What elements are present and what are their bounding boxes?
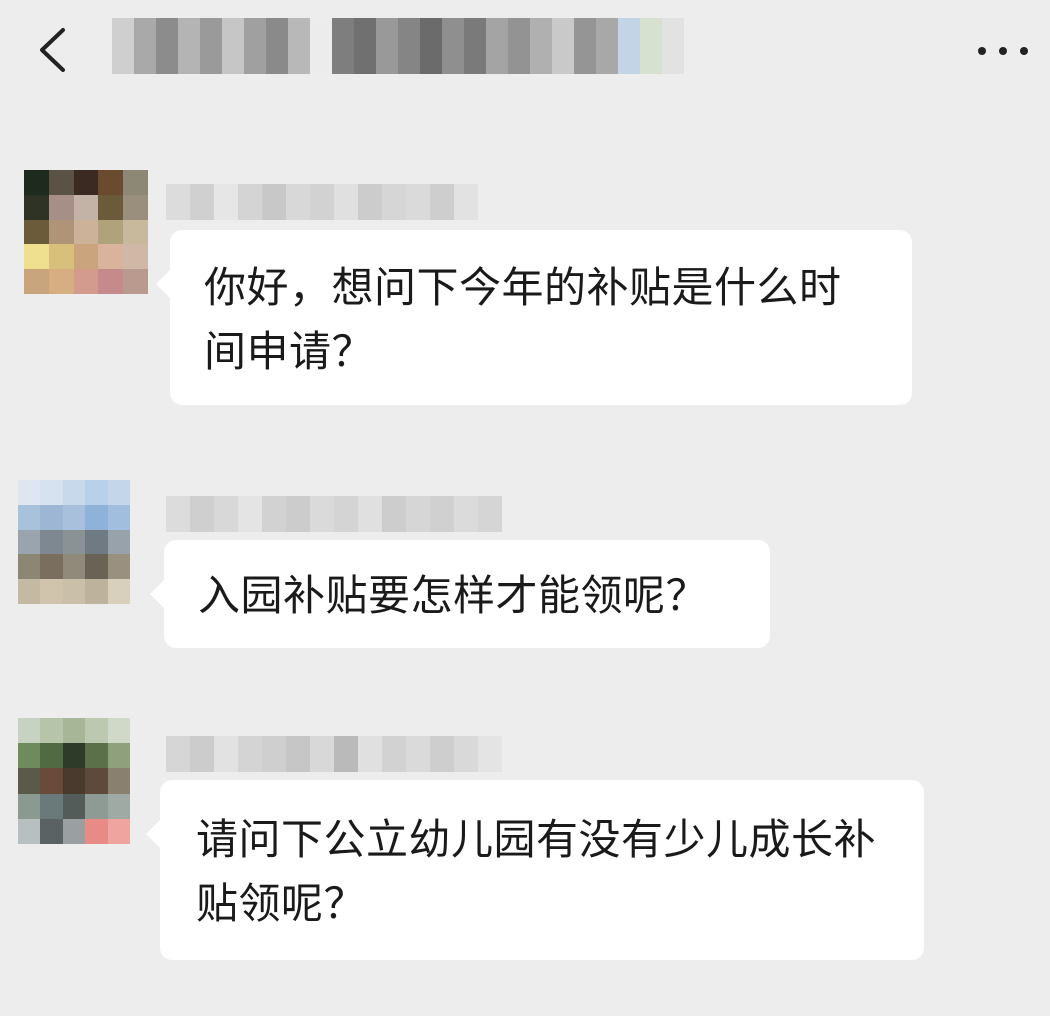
chevron-left-icon xyxy=(40,28,65,72)
message-text: 你好，想问下今年的补贴是什么时间申请？ xyxy=(204,263,842,376)
message-text: 入园补贴要怎样才能领呢？ xyxy=(198,571,709,620)
ellipsis-icon xyxy=(978,47,986,55)
more-options-button[interactable] xyxy=(972,28,1034,74)
chat-title-pixelated xyxy=(112,18,684,74)
message-bubble[interactable]: 你好，想问下今年的补贴是什么时间申请？ xyxy=(156,230,912,405)
message-bubble[interactable]: 入园补贴要怎样才能领呢？ xyxy=(150,540,770,648)
message-bubble[interactable]: 请问下公立幼儿园有没有少儿成长补贴领呢？ xyxy=(146,780,924,960)
message-text: 请问下公立幼儿园有没有少儿成长补贴领呢？ xyxy=(196,815,877,928)
avatar[interactable] xyxy=(18,480,130,604)
back-button[interactable] xyxy=(30,20,80,80)
sender-name-pixelated xyxy=(166,736,502,772)
avatar[interactable] xyxy=(24,170,148,294)
chat-header xyxy=(0,0,1050,104)
sender-name-pixelated xyxy=(166,496,502,532)
sender-name-pixelated xyxy=(166,184,478,220)
avatar[interactable] xyxy=(18,718,130,844)
